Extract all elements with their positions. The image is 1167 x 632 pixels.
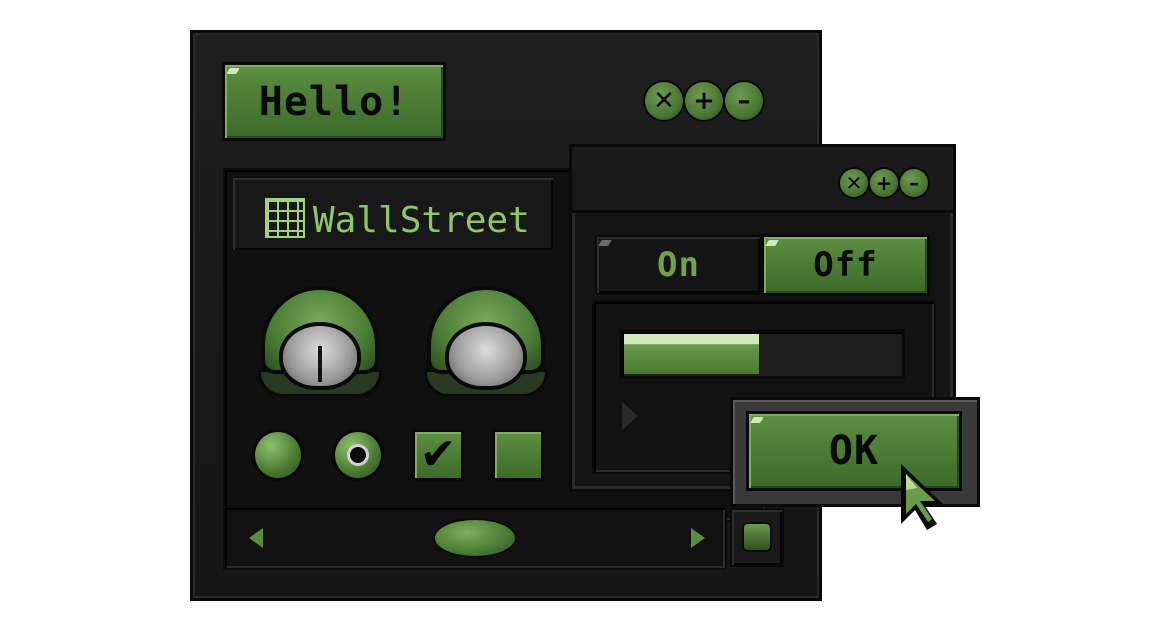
titlebar[interactable]: ✕ + – xyxy=(572,147,953,213)
button-highlight xyxy=(598,240,612,246)
hello-label: Hello! xyxy=(258,78,410,125)
radio-button-on[interactable] xyxy=(335,432,381,478)
on-off-toggle: On Off xyxy=(597,237,927,297)
progress-fill xyxy=(624,334,759,374)
close-icon[interactable]: ✕ xyxy=(840,169,868,197)
grip-icon xyxy=(744,524,770,550)
maximize-icon[interactable]: + xyxy=(685,82,723,120)
scroll-left-icon[interactable] xyxy=(249,528,263,548)
minimize-glyph: – xyxy=(909,171,919,195)
maximize-glyph: + xyxy=(875,171,893,195)
maximize-glyph: + xyxy=(693,86,715,116)
button-highlight xyxy=(765,240,779,246)
window-controls: ✕ + – xyxy=(645,82,763,120)
off-button[interactable]: Off xyxy=(764,237,927,293)
off-label: Off xyxy=(813,245,878,285)
resize-grip[interactable] xyxy=(732,510,782,565)
button-highlight xyxy=(226,68,240,74)
on-label: On xyxy=(657,245,700,285)
hello-button[interactable]: Hello! xyxy=(225,65,443,138)
maximize-icon[interactable]: + xyxy=(870,169,898,197)
ok-label: OK xyxy=(828,428,880,474)
close-glyph: ✕ xyxy=(845,171,863,195)
horizontal-scrollbar[interactable] xyxy=(225,508,725,568)
checkbox-checked[interactable]: ✔ xyxy=(415,432,461,478)
eye-icon-left xyxy=(261,290,379,400)
button-highlight xyxy=(750,417,764,423)
window-controls: ✕ + – xyxy=(840,169,928,197)
progress-bar xyxy=(622,332,902,376)
eye-icon-right xyxy=(427,290,545,400)
tab-label: WallStreet xyxy=(313,200,530,241)
eye-pupil xyxy=(318,346,322,382)
check-icon: ✔ xyxy=(419,429,457,480)
scroll-thumb[interactable] xyxy=(435,520,515,556)
scroll-right-icon[interactable] xyxy=(691,528,705,548)
radio-button-off[interactable] xyxy=(255,432,301,478)
grid-icon xyxy=(265,198,305,238)
minimize-icon[interactable]: – xyxy=(725,82,763,120)
disclosure-arrow-icon[interactable] xyxy=(622,402,638,430)
minimize-glyph: – xyxy=(737,86,751,116)
minimize-icon[interactable]: – xyxy=(900,169,928,197)
pointer-cursor-icon xyxy=(901,464,945,530)
radio-dot xyxy=(350,447,366,463)
close-glyph: ✕ xyxy=(653,86,675,116)
tab-wallstreet[interactable]: WallStreet xyxy=(233,178,553,250)
checkbox-unchecked[interactable] xyxy=(495,432,541,478)
close-icon[interactable]: ✕ xyxy=(645,82,683,120)
eye-ball xyxy=(449,326,523,386)
on-button[interactable]: On xyxy=(597,237,760,293)
